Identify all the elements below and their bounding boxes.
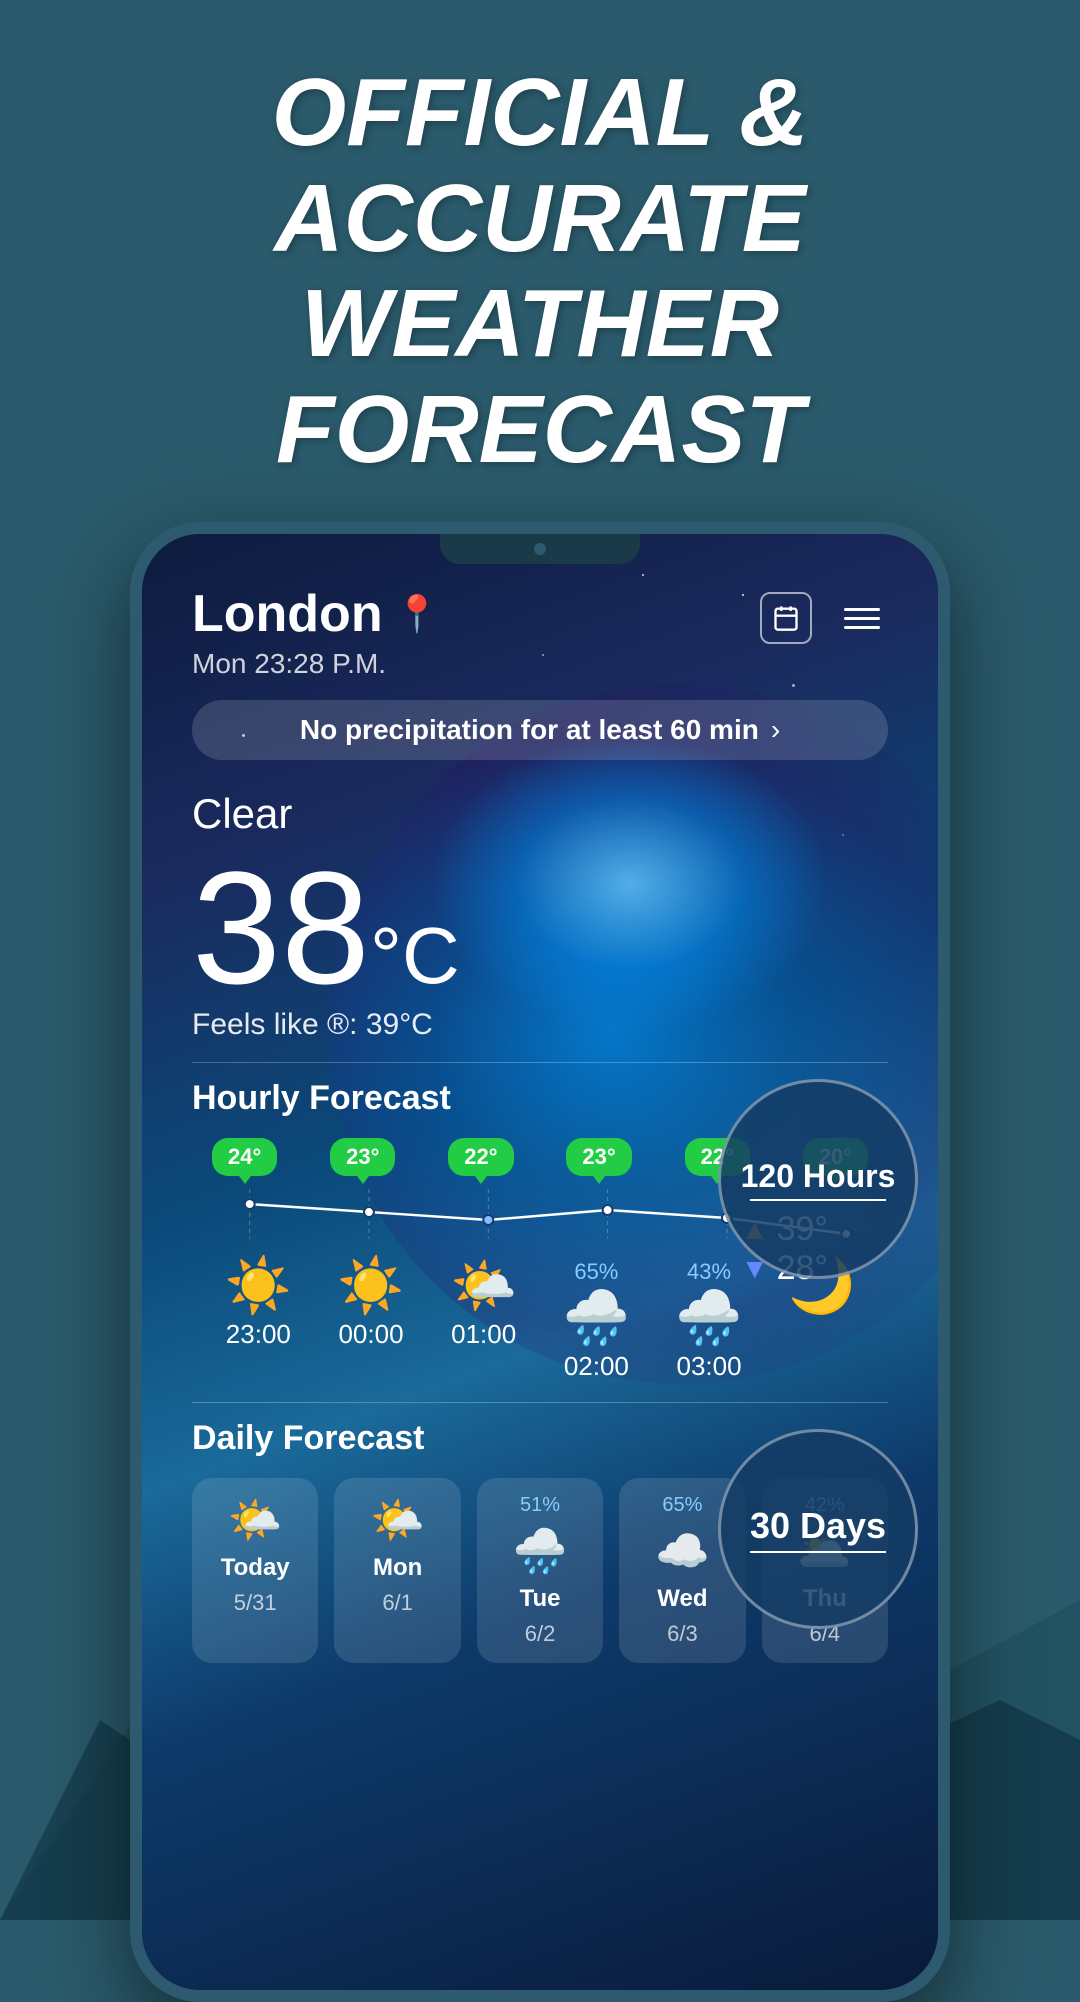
daily-day-wed: Wed bbox=[657, 1585, 707, 1613]
precipitation-text: No precipitation for at least 60 min bbox=[300, 714, 759, 746]
daily-date-tue: 6/2 bbox=[525, 1621, 556, 1647]
temp-bubble-2: 23° bbox=[330, 1138, 395, 1176]
divider-2 bbox=[192, 1402, 888, 1403]
screen-content: London 📍 Mon 23:28 P.M. bbox=[142, 534, 938, 1990]
location-time: Mon 23:28 P.M. bbox=[192, 648, 439, 680]
hourly-time-4: 02:00 bbox=[564, 1351, 629, 1382]
hourly-rain-4: 65% bbox=[574, 1259, 618, 1285]
hours-badge-text: 120 Hours bbox=[741, 1158, 896, 1195]
hourly-icon-2: ☀️ bbox=[337, 1259, 404, 1313]
daily-card-today: 🌤️ Today 5/31 bbox=[192, 1478, 318, 1663]
daily-date-today: 5/31 bbox=[234, 1590, 277, 1616]
hourly-icon-4: 🌧️ bbox=[563, 1291, 630, 1345]
hourly-item-4: 65% 🌧️ 02:00 bbox=[540, 1259, 653, 1382]
hourly-icon-1: ☀️ bbox=[225, 1259, 292, 1313]
top-icons bbox=[760, 592, 888, 644]
divider-1 bbox=[192, 1062, 888, 1063]
calendar-icon[interactable] bbox=[760, 592, 812, 644]
daily-rain-wed: 65% bbox=[662, 1494, 702, 1517]
location-info: London 📍 Mon 23:28 P.M. bbox=[192, 584, 439, 680]
hamburger-line bbox=[844, 617, 880, 620]
page-header: OFFICIAL & ACCURATE WEATHER FORECAST bbox=[0, 0, 1080, 522]
hourly-col-4: 23° bbox=[566, 1138, 631, 1176]
hourly-item-5: 43% 🌧️ 03:00 bbox=[653, 1259, 766, 1382]
daily-card-tue: 51% 🌧️ Tue 6/2 bbox=[477, 1478, 603, 1663]
daily-day-tue: Tue bbox=[520, 1585, 561, 1613]
hourly-time-1: 23:00 bbox=[226, 1319, 291, 1350]
location-pin-icon: 📍 bbox=[395, 593, 440, 635]
hamburger-line bbox=[844, 626, 880, 629]
temp-bubble-1: 24° bbox=[212, 1138, 277, 1176]
phone-screen: London 📍 Mon 23:28 P.M. bbox=[142, 534, 938, 1990]
menu-icon[interactable] bbox=[836, 592, 888, 644]
hourly-item-3: 🌤️ 01:00 bbox=[427, 1259, 540, 1382]
top-bar: London 📍 Mon 23:28 P.M. bbox=[192, 584, 888, 680]
temp-bubble-3: 22° bbox=[448, 1138, 513, 1176]
daily-icon-today: 🌤️ bbox=[228, 1494, 283, 1546]
daily-rain-tue: 51% bbox=[520, 1494, 560, 1517]
hourly-time-3: 01:00 bbox=[451, 1319, 516, 1350]
feels-like: Feels like ®: 39°C bbox=[192, 1008, 888, 1042]
hourly-section: Hourly Forecast 24° 23° 22° bbox=[192, 1079, 888, 1382]
location-name: London 📍 bbox=[192, 584, 439, 644]
hourly-item-1: ☀️ 23:00 bbox=[202, 1259, 315, 1382]
hourly-time-5: 03:00 bbox=[676, 1351, 741, 1382]
hamburger-line bbox=[844, 608, 880, 611]
precipitation-bar[interactable]: No precipitation for at least 60 min › bbox=[192, 700, 888, 760]
header-title: OFFICIAL & ACCURATE WEATHER FORECAST bbox=[40, 60, 1040, 482]
daily-date-mon: 6/1 bbox=[382, 1590, 413, 1616]
hourly-col-3: 22° bbox=[448, 1138, 513, 1176]
hours-badge[interactable]: 120 Hours bbox=[718, 1079, 918, 1279]
hourly-rain-5: 43% bbox=[687, 1259, 731, 1285]
daily-day-today: Today bbox=[221, 1554, 290, 1582]
hourly-col-2: 23° bbox=[330, 1138, 395, 1176]
daily-day-mon: Mon bbox=[373, 1554, 422, 1582]
daily-card-mon: 🌤️ Mon 6/1 bbox=[334, 1478, 460, 1663]
days-badge[interactable]: 30 Days bbox=[718, 1429, 918, 1629]
phone-frame: London 📍 Mon 23:28 P.M. bbox=[130, 522, 950, 2002]
daily-icon-wed: ☁️ bbox=[655, 1525, 710, 1577]
weather-condition: Clear bbox=[192, 790, 888, 838]
days-badge-text: 30 Days bbox=[750, 1505, 886, 1547]
daily-section: Daily Forecast 🌤️ Today 5/31 🌤️ Mon 6/1 bbox=[192, 1419, 888, 1663]
chevron-right-icon: › bbox=[771, 714, 780, 746]
hourly-icon-5: 🌧️ bbox=[675, 1291, 742, 1345]
daily-icon-tue: 🌧️ bbox=[513, 1525, 568, 1577]
temp-bubble-4: 23° bbox=[566, 1138, 631, 1176]
daily-date-wed: 6/3 bbox=[667, 1621, 698, 1647]
hourly-icon-3: 🌤️ bbox=[450, 1259, 517, 1313]
weather-main: Clear 38°C ▲ 39° ▼ 28° Feels l bbox=[192, 790, 888, 1042]
weather-temperature: 38°C bbox=[192, 848, 460, 1008]
hourly-col-1: 24° bbox=[212, 1138, 277, 1176]
days-underline bbox=[750, 1551, 886, 1553]
daily-icon-mon: 🌤️ bbox=[370, 1494, 425, 1546]
hourly-item-2: ☀️ 00:00 bbox=[315, 1259, 428, 1382]
phone-notch bbox=[440, 534, 640, 564]
hourly-time-2: 00:00 bbox=[338, 1319, 403, 1350]
hourly-icons-row: ☀️ 23:00 ☀️ 00:00 🌤️ 01:00 6 bbox=[192, 1259, 888, 1382]
hours-underline bbox=[750, 1199, 886, 1201]
